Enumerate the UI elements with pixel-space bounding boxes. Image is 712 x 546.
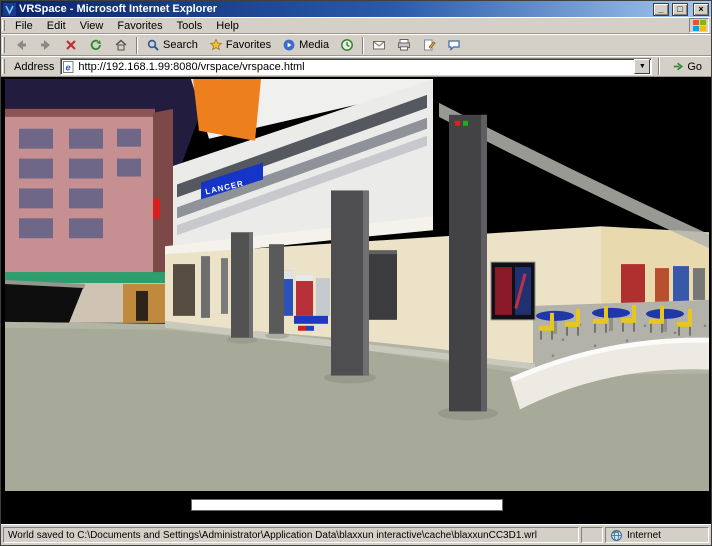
pink-building xyxy=(5,109,173,326)
favorites-star-icon xyxy=(209,38,223,52)
search-label: Search xyxy=(163,39,198,51)
history-clock-icon xyxy=(340,38,354,52)
home-button[interactable] xyxy=(109,36,133,55)
address-label: Address xyxy=(12,61,56,73)
status-bar: World saved to C:\Documents and Settings… xyxy=(1,524,711,545)
discuss-button[interactable] xyxy=(442,36,466,55)
mail-button[interactable] xyxy=(367,36,391,55)
loading-progress-bar xyxy=(191,499,503,511)
favorites-button[interactable]: Favorites xyxy=(204,36,276,55)
red-vertical-sign xyxy=(153,198,160,218)
minimize-button[interactable]: _ xyxy=(653,3,669,16)
poster xyxy=(673,266,689,302)
refresh-icon xyxy=(89,38,103,52)
address-bar: Address e ▼ Go xyxy=(1,56,711,77)
status-text: World saved to C:\Documents and Settings… xyxy=(8,530,537,541)
favorites-label: Favorites xyxy=(226,39,271,51)
poster-display xyxy=(491,262,535,320)
menu-favorites[interactable]: Favorites xyxy=(110,19,169,33)
toolbar-grip[interactable] xyxy=(2,37,5,53)
menu-help[interactable]: Help xyxy=(209,19,246,33)
history-button[interactable] xyxy=(335,36,359,55)
menu-view[interactable]: View xyxy=(73,19,111,33)
address-separator xyxy=(658,58,660,75)
toolbar-separator xyxy=(136,37,138,54)
media-button[interactable]: Media xyxy=(277,36,334,55)
mail-icon xyxy=(372,38,386,52)
toolbar-separator xyxy=(362,37,364,54)
address-input[interactable] xyxy=(78,60,631,73)
window-title: VRSpace - Microsoft Internet Explorer xyxy=(19,3,650,15)
stop-icon xyxy=(64,38,78,52)
windows-logo-icon xyxy=(692,19,707,32)
status-message-pane: World saved to C:\Documents and Settings… xyxy=(3,527,579,543)
search-icon xyxy=(146,38,160,52)
address-field: e ▼ xyxy=(60,58,652,75)
media-label: Media xyxy=(299,39,329,51)
back-button[interactable] xyxy=(9,36,33,55)
forward-icon xyxy=(39,38,53,52)
close-button[interactable]: × xyxy=(693,3,709,16)
title-bar: VRSpace - Microsoft Internet Explorer _ … xyxy=(1,1,711,17)
back-icon xyxy=(14,38,28,52)
vr-scene[interactable]: LANCER xyxy=(5,79,709,491)
edit-pencil-icon xyxy=(422,38,436,52)
addressbar-grip[interactable] xyxy=(2,59,5,74)
home-icon xyxy=(114,38,128,52)
stop-button[interactable] xyxy=(59,36,83,55)
throbber xyxy=(689,18,709,33)
browser-window: VRSpace - Microsoft Internet Explorer _ … xyxy=(0,0,712,546)
page-icon: e xyxy=(62,60,75,74)
menu-file[interactable]: File xyxy=(8,19,40,33)
go-arrow-icon xyxy=(672,60,685,73)
address-dropdown-button[interactable]: ▼ xyxy=(634,59,650,74)
toolbar: Search Favorites Media xyxy=(1,34,711,56)
internet-globe-icon xyxy=(610,529,623,542)
menubar-grip[interactable] xyxy=(2,20,5,32)
print-button[interactable] xyxy=(392,36,416,55)
maximize-button[interactable]: □ xyxy=(672,3,688,16)
vrspace-app-icon[interactable] xyxy=(3,3,16,16)
vr-viewport: LANCER xyxy=(1,77,711,524)
zone-label: Internet xyxy=(627,530,661,541)
refresh-button[interactable] xyxy=(84,36,108,55)
search-button[interactable]: Search xyxy=(141,36,203,55)
menu-edit[interactable]: Edit xyxy=(40,19,73,33)
edit-button[interactable] xyxy=(417,36,441,55)
security-zone-pane: Internet xyxy=(605,527,709,543)
menu-bar: File Edit View Favorites Tools Help xyxy=(1,17,711,34)
menu-tools[interactable]: Tools xyxy=(170,19,210,33)
media-icon xyxy=(282,38,296,52)
go-label: Go xyxy=(687,61,702,73)
forward-button[interactable] xyxy=(34,36,58,55)
go-button[interactable]: Go xyxy=(666,57,708,76)
svg-text:e: e xyxy=(66,62,71,72)
print-icon xyxy=(397,38,411,52)
poster xyxy=(655,268,669,302)
discuss-bubble-icon xyxy=(447,38,461,52)
status-spacer-pane xyxy=(581,527,603,543)
